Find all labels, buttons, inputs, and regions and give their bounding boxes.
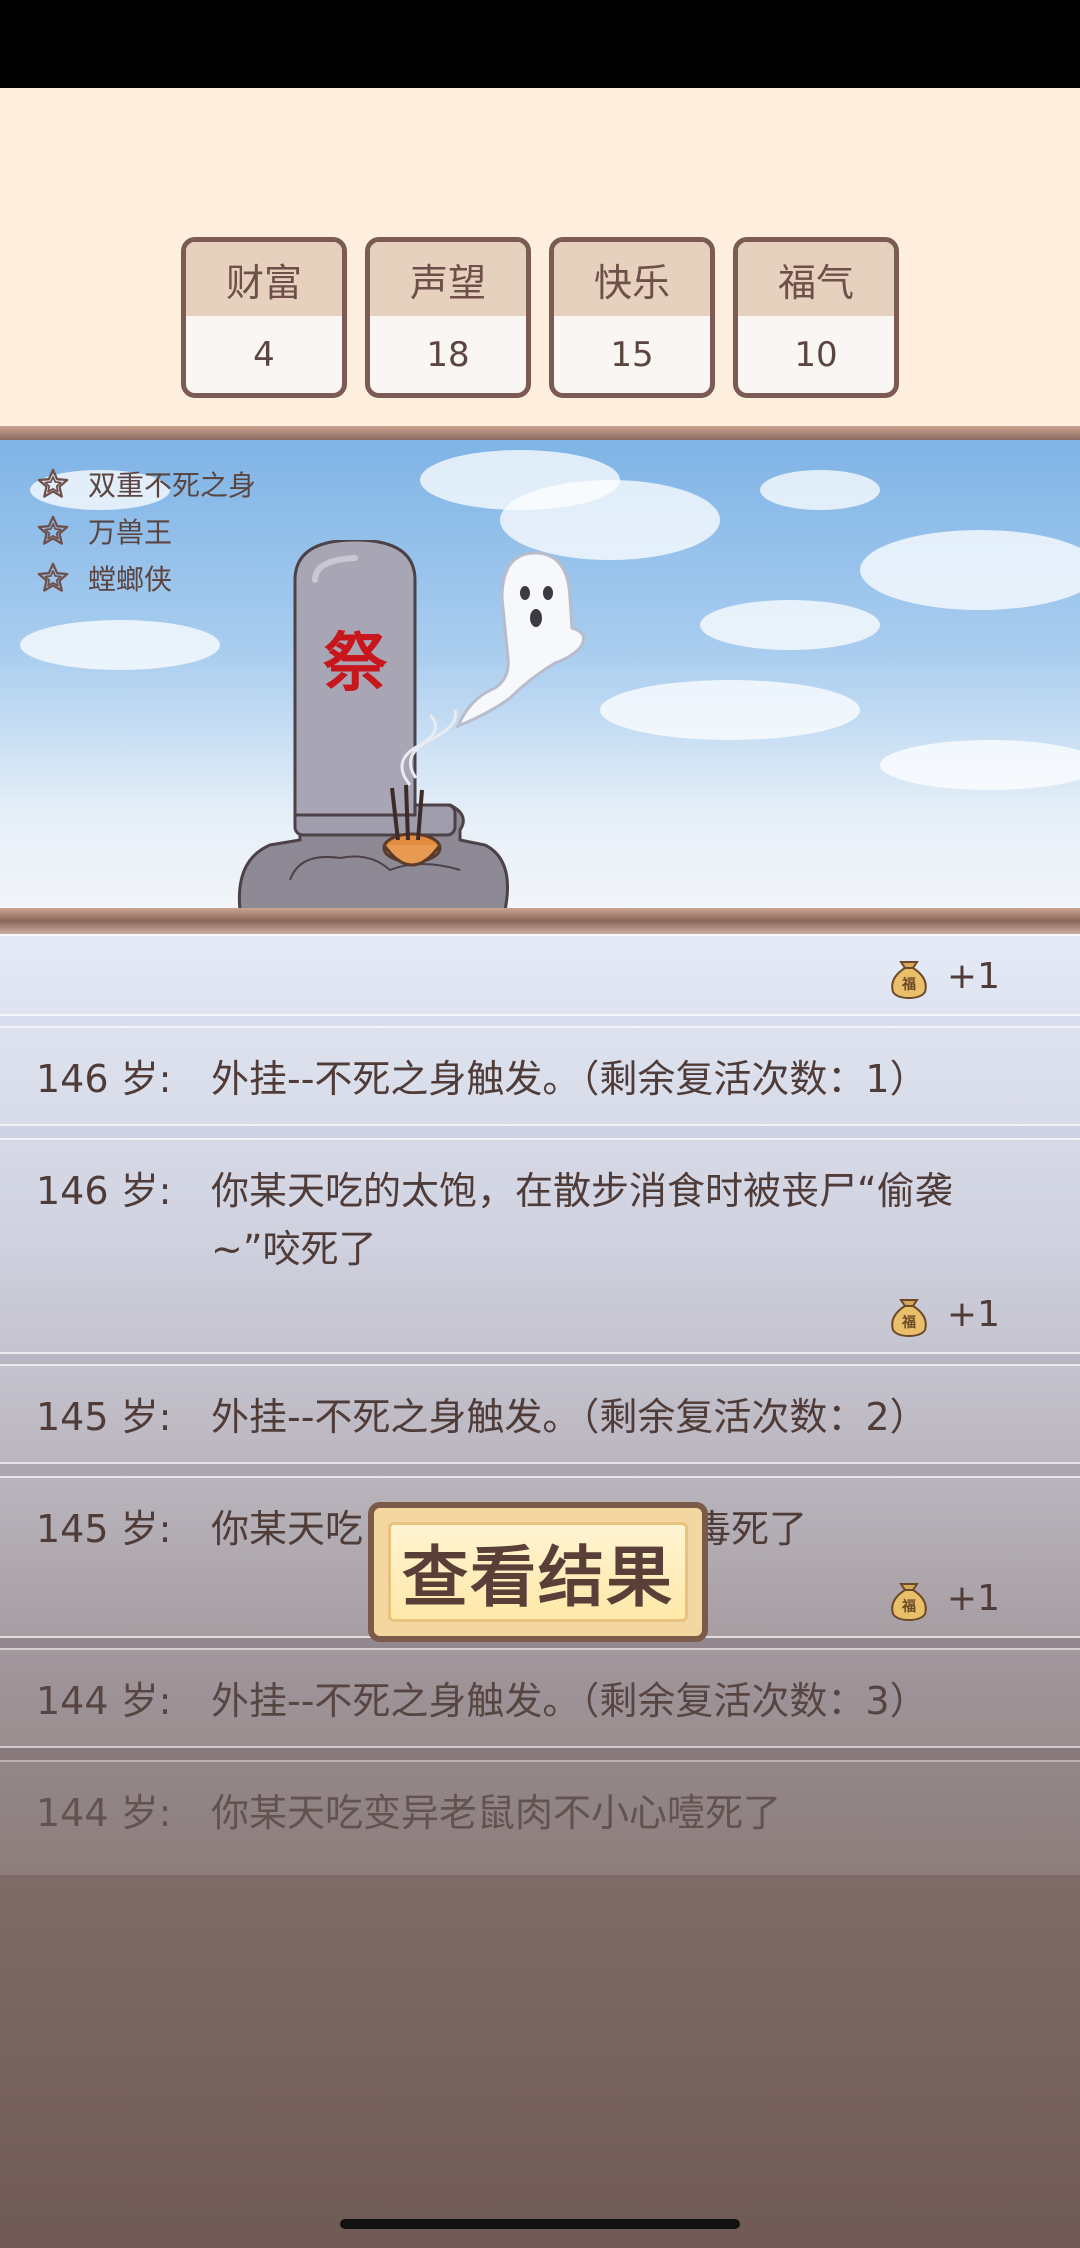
scene-border-top xyxy=(0,426,1080,440)
cloud xyxy=(600,680,860,740)
log-age: 146 岁: xyxy=(36,1057,172,1101)
cloud xyxy=(760,470,880,510)
coin-character: 福 xyxy=(901,1598,916,1615)
reward: 福 +1 xyxy=(885,952,1000,1000)
reward-value: +1 xyxy=(946,1293,1000,1335)
talent-list: 双重不死之身 万兽王 螳螂侠 xyxy=(36,460,256,601)
view-result-label: 查看结果 xyxy=(388,1522,688,1622)
log-text: 144 岁: 你某天吃变异老鼠肉不小心噎死了 xyxy=(36,1784,1020,1842)
status-bar xyxy=(0,0,1080,88)
log-text: 146 岁: 你某天吃的太饱，在散步消食时被丧尸“偷袭~”咬死了 xyxy=(36,1162,1020,1278)
log-message: 你某天吃的太饱，在散步消食时被丧尸“偷袭~”咬死了 xyxy=(211,1169,953,1271)
reward: 福 +1 xyxy=(885,1290,1000,1338)
talent-item: 万兽王 xyxy=(36,507,256,554)
reward-value: +1 xyxy=(946,955,1000,997)
stat-label: 快乐 xyxy=(554,242,710,316)
log-message: 外挂--不死之身触发。（剩余复活次数：2） xyxy=(211,1395,928,1439)
coin-character: 福 xyxy=(901,976,916,993)
log-message-end: 毒死了 xyxy=(693,1507,808,1551)
cloud xyxy=(860,530,1080,610)
stat-value: 10 xyxy=(794,334,838,375)
log-entry: 144 岁: 外挂--不死之身触发。（剩余复活次数：3） xyxy=(0,1648,1080,1748)
star-outline-icon xyxy=(37,562,69,592)
log-text: 146 岁: 外挂--不死之身触发。（剩余复活次数：1） xyxy=(36,1050,1020,1108)
log-entry: 145 岁: 外挂--不死之身触发。（剩余复活次数：2） xyxy=(0,1364,1080,1464)
life-log[interactable]: 福 +1 146 岁: 外挂--不死之身触发。（剩余复活次数：1） 146 岁:… xyxy=(0,934,1080,1944)
stat-reputation: 声望 18 xyxy=(365,237,531,398)
talent-name: 螳螂侠 xyxy=(88,562,173,596)
stat-wealth: 财富 4 xyxy=(181,237,347,398)
log-text: 145 岁: 外挂--不死之身触发。（剩余复活次数：2） xyxy=(36,1388,1020,1446)
home-indicator[interactable] xyxy=(340,2219,740,2229)
talent-name: 万兽王 xyxy=(88,515,173,549)
talent-item: 双重不死之身 xyxy=(36,460,256,507)
stat-value: 18 xyxy=(426,334,470,375)
stat-value: 4 xyxy=(253,334,275,375)
tomb-character: 祭 xyxy=(323,627,388,701)
log-entry: 146 岁: 你某天吃的太饱，在散步消食时被丧尸“偷袭~”咬死了 福 +1 xyxy=(0,1138,1080,1354)
scene-border-bottom xyxy=(0,908,1080,934)
stat-fortune: 福气 10 xyxy=(733,237,899,398)
reward-value: +1 xyxy=(946,1577,1000,1619)
cloud xyxy=(700,600,880,650)
log-message: 你某天吃变异老鼠肉不小心噎死了 xyxy=(211,1791,782,1835)
log-age: 144 岁: xyxy=(36,1679,172,1723)
log-message: 外挂--不死之身触发。（剩余复活次数：1） xyxy=(211,1057,928,1101)
graveyard-scene: 双重不死之身 万兽王 螳螂侠 祭 xyxy=(0,440,1080,910)
log-entry: 144 岁: 你某天吃变异老鼠肉不小心噎死了 xyxy=(0,1760,1080,1890)
stat-label: 声望 xyxy=(370,242,526,316)
talent-name: 双重不死之身 xyxy=(88,468,257,502)
star-outline-icon xyxy=(37,515,69,545)
stat-happiness: 快乐 15 xyxy=(549,237,715,398)
money-bag-icon: 福 xyxy=(891,961,927,1000)
reward: 福 +1 xyxy=(885,1574,1000,1622)
cloud xyxy=(880,740,1080,790)
log-message-start: 你某天吃 xyxy=(211,1507,364,1551)
log-age: 146 岁: xyxy=(36,1169,172,1213)
star-outline-icon xyxy=(37,468,69,498)
ghost-icon xyxy=(455,551,586,728)
money-bag-icon: 福 xyxy=(891,1299,927,1338)
log-entry: 福 +1 xyxy=(0,934,1080,1016)
log-text: 144 岁: 外挂--不死之身触发。（剩余复活次数：3） xyxy=(36,1672,1020,1730)
log-age: 145 岁: xyxy=(36,1395,172,1439)
stat-label: 财富 xyxy=(186,242,342,316)
money-bag-icon: 福 xyxy=(891,1583,927,1622)
stats-row: 财富 4 声望 18 快乐 15 福气 10 xyxy=(181,237,899,398)
log-age: 145 岁: xyxy=(36,1507,172,1551)
log-age: 144 岁: xyxy=(36,1791,172,1835)
log-entry: 146 岁: 外挂--不死之身触发。（剩余复活次数：1） xyxy=(0,1026,1080,1126)
view-result-button[interactable]: 查看结果 xyxy=(368,1502,708,1642)
coin-character: 福 xyxy=(901,1314,916,1331)
log-message: 外挂--不死之身触发。（剩余复活次数：3） xyxy=(211,1679,928,1723)
talent-item: 螳螂侠 xyxy=(36,554,256,601)
stat-value: 15 xyxy=(610,334,654,375)
stat-label: 福气 xyxy=(738,242,894,316)
bottom-fade-area xyxy=(0,1875,1080,2248)
cloud xyxy=(20,620,220,670)
stats-panel: 财富 4 声望 18 快乐 15 福气 10 xyxy=(0,88,1080,426)
